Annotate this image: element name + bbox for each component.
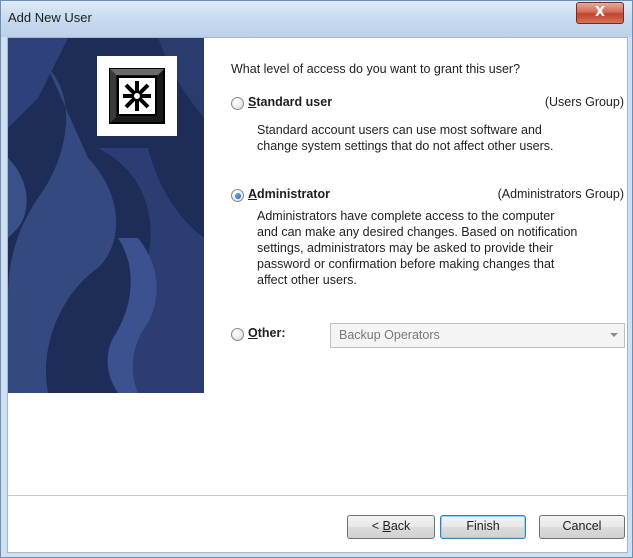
window-title: Add New User xyxy=(8,10,92,25)
other-group-dropdown[interactable]: Backup Operators xyxy=(330,323,625,348)
logo-frame xyxy=(97,56,177,136)
other-radio[interactable] xyxy=(231,328,244,341)
standard-user-description: Standard account users can use most soft… xyxy=(257,123,554,153)
finish-button[interactable]: Finish xyxy=(440,515,526,539)
administrator-description: Administrators have complete access to t… xyxy=(257,209,578,287)
administrator-group: (Administrators Group) xyxy=(497,187,624,201)
user-accounts-logo-icon xyxy=(106,65,168,127)
wizard-sidebar-graphic xyxy=(8,38,204,393)
access-level-question: What level of access do you want to gran… xyxy=(231,62,521,76)
footer-divider-highlight xyxy=(8,496,627,497)
close-button[interactable]: X xyxy=(576,2,624,24)
cancel-button[interactable]: Cancel xyxy=(539,515,625,539)
standard-user-label[interactable]: Standard user xyxy=(248,95,332,109)
standard-user-radio[interactable] xyxy=(231,97,244,110)
back-button[interactable]: < Back xyxy=(347,515,435,539)
standard-user-group: (Users Group) xyxy=(544,95,624,109)
dialog-content: What level of access do you want to gran… xyxy=(7,37,628,553)
dialog-window: Add New User X What level of access do y… xyxy=(0,0,633,558)
administrator-label[interactable]: Administrator xyxy=(248,187,330,201)
chevron-down-icon[interactable] xyxy=(610,333,618,337)
close-icon: X xyxy=(594,5,606,20)
administrator-radio[interactable] xyxy=(231,189,244,202)
other-label[interactable]: Other: xyxy=(248,326,286,340)
title-bar[interactable]: Add New User X xyxy=(1,1,632,37)
other-group-selected-value: Backup Operators xyxy=(339,328,440,342)
